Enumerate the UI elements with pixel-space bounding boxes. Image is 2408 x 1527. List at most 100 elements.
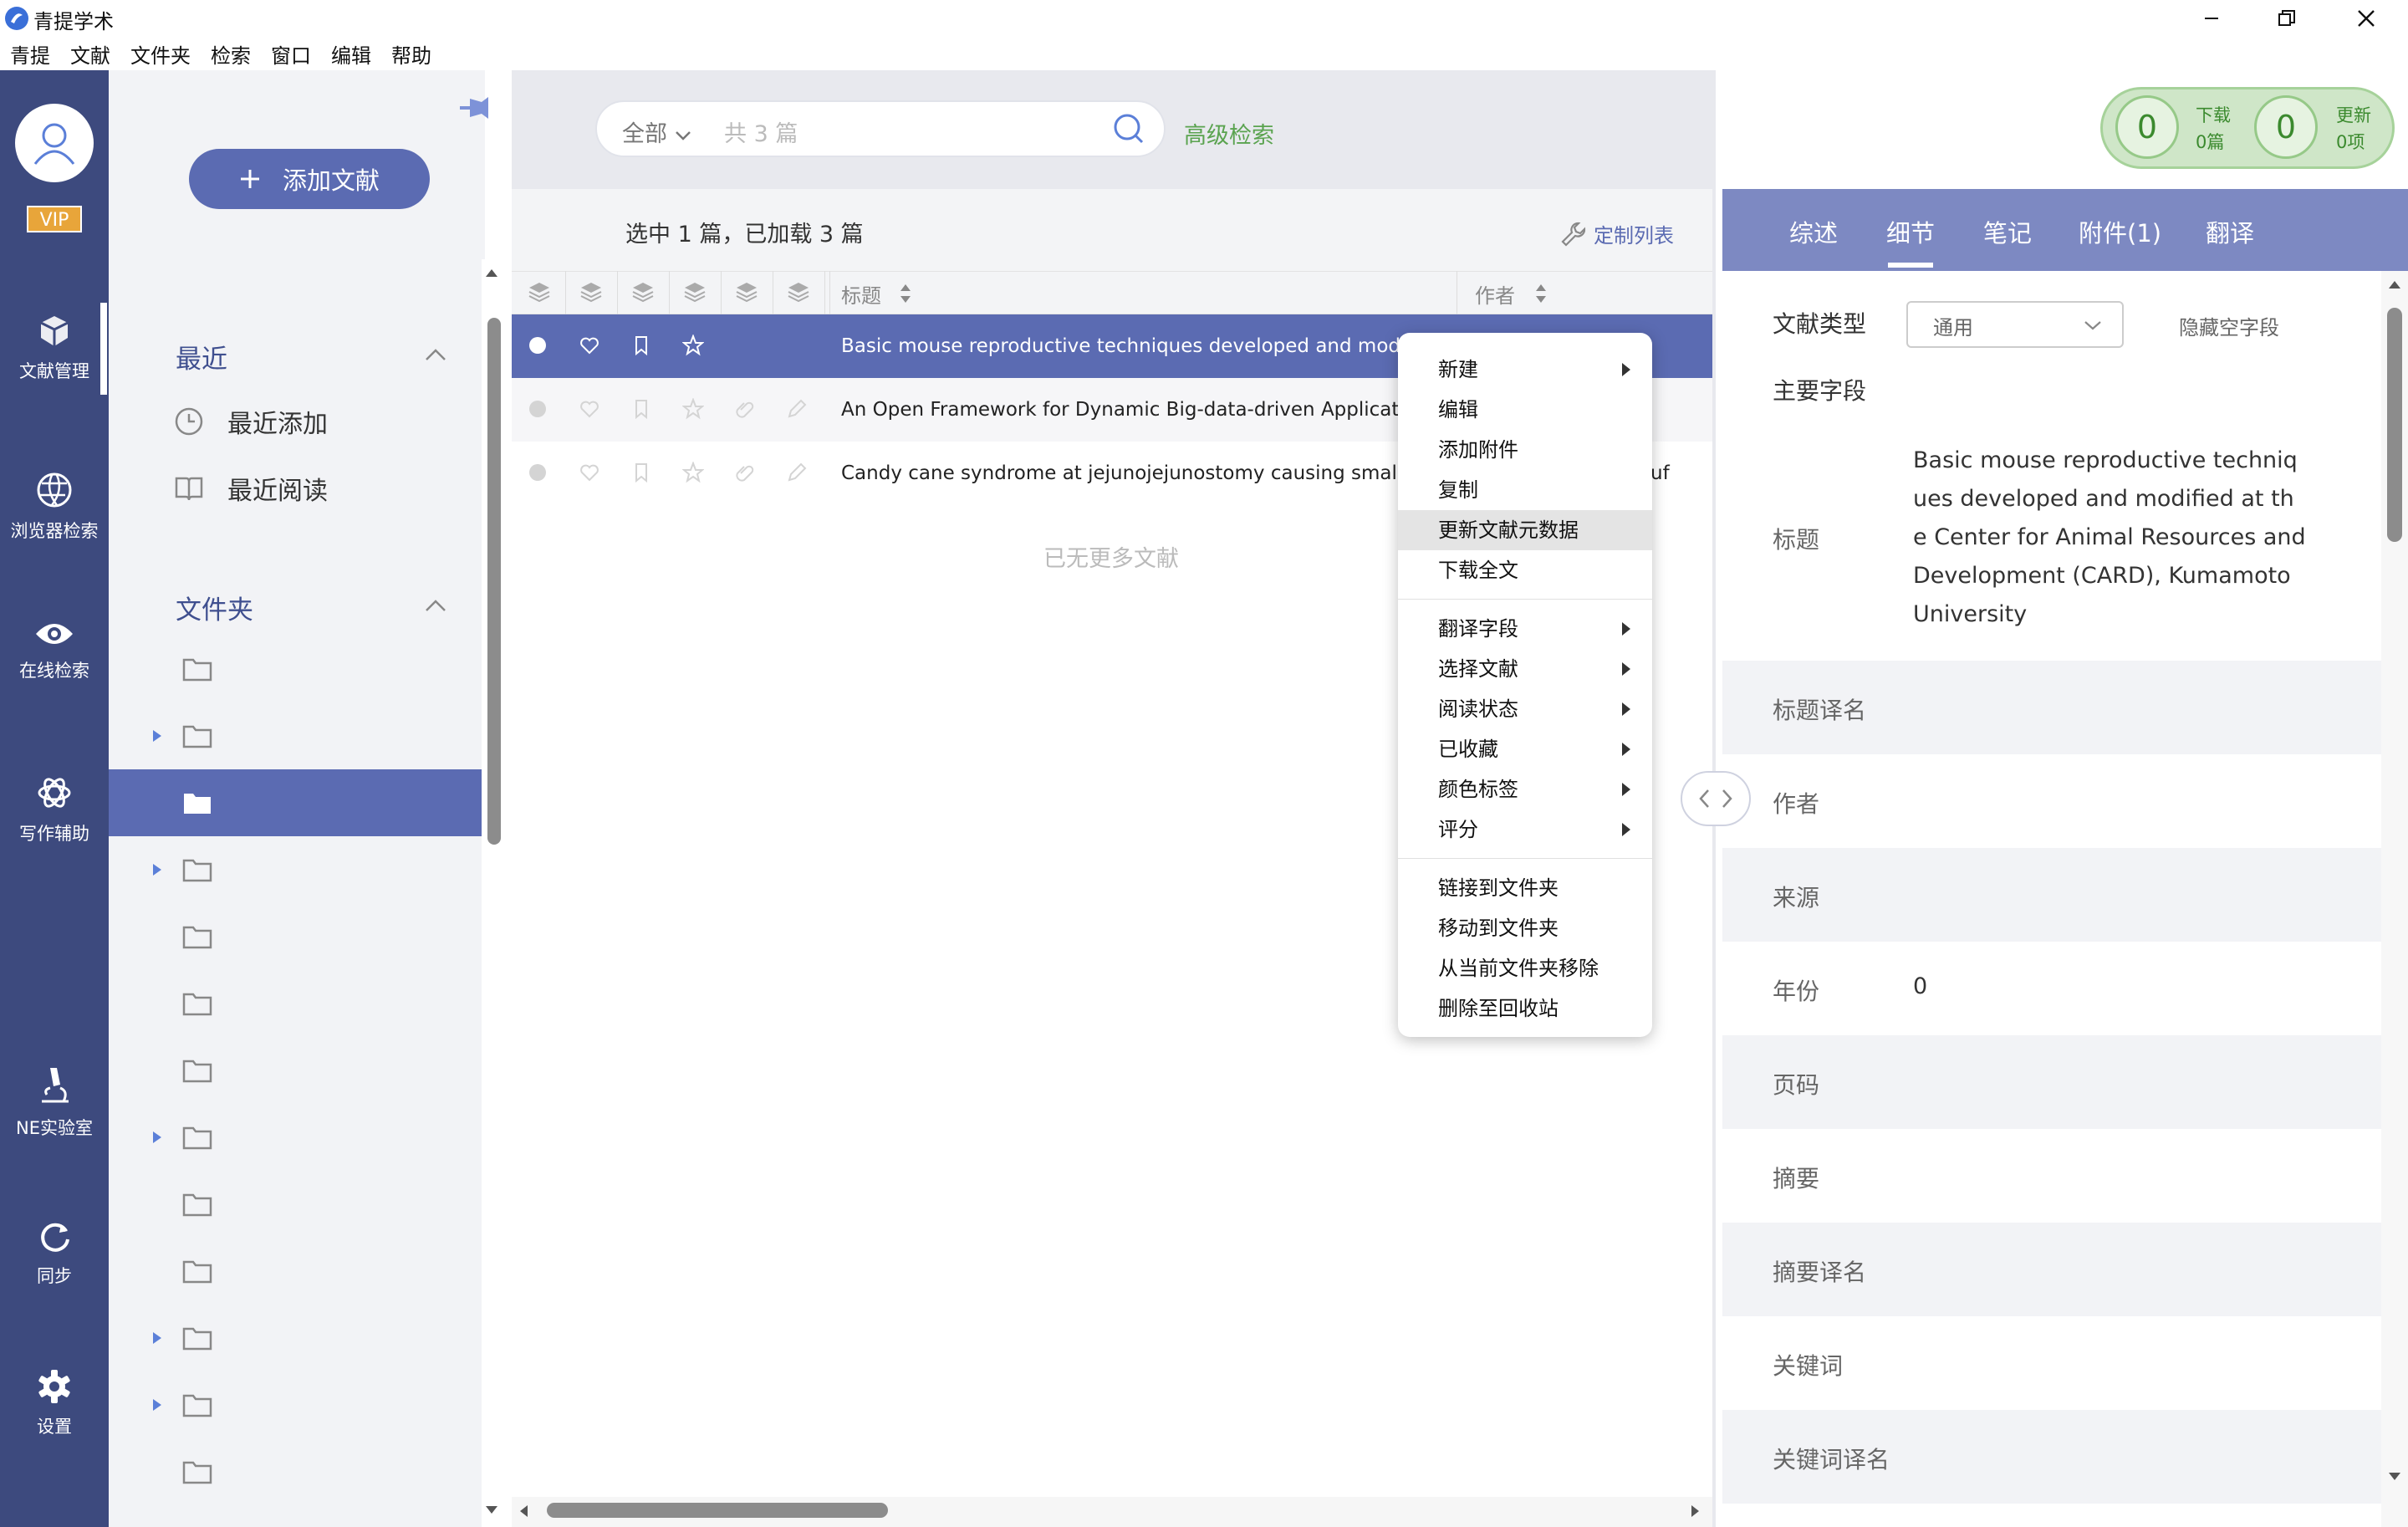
avatar[interactable] — [15, 104, 94, 182]
scroll-up-arrow-icon[interactable] — [2388, 279, 2401, 289]
context-menu-item[interactable]: 阅读状态 — [1398, 689, 1652, 729]
close-icon[interactable] — [2329, 0, 2404, 37]
menu-edit[interactable]: 编辑 — [331, 39, 371, 69]
tab-translate[interactable]: 翻译 — [2206, 214, 2254, 249]
context-menu-item[interactable]: 复制 — [1398, 470, 1652, 510]
pencil-icon[interactable] — [786, 398, 808, 420]
detail-scroll-thumb[interactable] — [2387, 308, 2402, 542]
hide-empty-fields-toggle[interactable]: 隐藏空字段 — [2179, 311, 2279, 340]
expand-arrow-icon[interactable] — [145, 729, 169, 743]
author-column-header[interactable]: 作者 — [1475, 279, 1515, 309]
star-icon[interactable] — [682, 335, 704, 356]
nav-settings[interactable]: 设置 — [0, 1353, 109, 1453]
column-separator[interactable] — [824, 271, 825, 314]
expand-arrow-icon[interactable] — [145, 1398, 169, 1412]
context-menu-item[interactable]: 移动到文件夹 — [1398, 908, 1652, 948]
menu-help[interactable]: 帮助 — [391, 39, 431, 69]
context-menu-item[interactable]: 翻译字段 — [1398, 609, 1652, 649]
context-menu-item[interactable]: 链接到文件夹 — [1398, 868, 1652, 908]
column-separator[interactable] — [617, 271, 618, 314]
search-icon[interactable] — [1112, 112, 1145, 146]
context-menu-item[interactable]: 已收藏 — [1398, 729, 1652, 769]
recent-added-item[interactable]: 最近添加 — [174, 403, 328, 440]
heart-icon[interactable] — [579, 462, 600, 483]
column-separator[interactable] — [721, 271, 722, 314]
recent-read-item[interactable]: 最近阅读 — [174, 470, 328, 507]
menu-search[interactable]: 检索 — [211, 39, 251, 69]
layers-icon[interactable] — [527, 279, 552, 304]
paperclip-icon[interactable] — [734, 398, 756, 420]
nav-writing-assistant[interactable]: 写作辅助 — [0, 759, 109, 860]
update-counter[interactable]: 0 — [2254, 95, 2318, 159]
chevron-up-icon[interactable] — [425, 599, 446, 612]
pin-icon[interactable] — [458, 94, 492, 122]
nav-literature-management[interactable]: 文献管理 — [0, 298, 109, 398]
customize-list-button[interactable]: 定制列表 — [1560, 219, 1674, 248]
folder-item[interactable] — [109, 1305, 482, 1371]
context-menu-item[interactable]: 下载全文 — [1398, 550, 1652, 590]
star-icon[interactable] — [682, 398, 704, 420]
context-menu-item[interactable]: 选择文献 — [1398, 649, 1652, 689]
folder-item[interactable] — [109, 1171, 482, 1238]
folder-item[interactable] — [109, 1371, 482, 1438]
folder-item[interactable] — [109, 636, 482, 702]
expand-arrow-icon[interactable] — [145, 1131, 169, 1144]
add-literature-button[interactable]: 添加文献 — [189, 149, 430, 209]
layers-icon[interactable] — [682, 279, 707, 304]
scroll-down-arrow-icon[interactable] — [2388, 1472, 2401, 1482]
tab-attachments[interactable]: 附件(1) — [2079, 214, 2161, 249]
folder-item[interactable] — [109, 1438, 482, 1505]
restore-icon[interactable] — [2249, 0, 2324, 37]
nav-online-search[interactable]: 在线检索 — [0, 600, 109, 701]
heart-icon[interactable] — [579, 335, 600, 356]
paperclip-icon[interactable] — [734, 462, 756, 483]
minimize-icon[interactable] — [2174, 0, 2249, 37]
context-menu-item[interactable]: 编辑 — [1398, 390, 1652, 430]
title-column-header[interactable]: 标题 — [841, 279, 881, 309]
panel-toggle-button[interactable] — [1681, 771, 1751, 826]
download-counter[interactable]: 0 — [2115, 95, 2179, 159]
folder-item[interactable] — [109, 1037, 482, 1104]
sort-icon[interactable] — [1535, 283, 1547, 304]
bookmark-icon[interactable] — [630, 462, 652, 483]
menu-folder[interactable]: 文件夹 — [130, 39, 191, 69]
menu-literature[interactable]: 文献 — [70, 39, 110, 69]
status-dot-icon[interactable] — [527, 462, 548, 483]
vip-badge[interactable]: VIP — [27, 206, 82, 232]
folder-item[interactable] — [109, 970, 482, 1037]
tab-notes[interactable]: 笔记 — [1983, 214, 2032, 249]
advanced-search-link[interactable]: 高级检索 — [1184, 117, 1274, 150]
status-dot-icon[interactable] — [527, 335, 548, 356]
layers-icon[interactable] — [579, 279, 604, 304]
pencil-icon[interactable] — [786, 462, 808, 483]
chevron-up-icon[interactable] — [425, 348, 446, 361]
status-dot-icon[interactable] — [527, 398, 548, 420]
layers-icon[interactable] — [734, 279, 759, 304]
scroll-right-arrow-icon[interactable] — [1691, 1504, 1701, 1518]
sort-icon[interactable] — [900, 283, 911, 304]
nav-sync[interactable]: 同步 — [0, 1203, 109, 1303]
horizontal-scroll-thumb[interactable] — [547, 1503, 888, 1518]
context-menu-item[interactable]: 从当前文件夹移除 — [1398, 948, 1652, 988]
field-value[interactable]: 0 — [1913, 973, 1927, 999]
expand-arrow-icon[interactable] — [145, 863, 169, 876]
folder-item[interactable] — [109, 903, 482, 970]
nav-browser-search[interactable]: 浏览器检索 — [0, 457, 109, 557]
context-menu-item[interactable]: 删除至回收站 — [1398, 988, 1652, 1029]
expand-arrow-icon[interactable] — [145, 1331, 169, 1345]
folder-item[interactable] — [109, 702, 482, 769]
folder-section-title[interactable]: 文件夹 — [176, 589, 253, 626]
layers-icon[interactable] — [630, 279, 656, 304]
folder-item[interactable] — [109, 769, 482, 836]
scroll-up-arrow-icon[interactable] — [485, 268, 498, 278]
layers-icon[interactable] — [786, 279, 811, 304]
bookmark-icon[interactable] — [630, 335, 652, 356]
search-scope-dropdown[interactable]: 全部 — [622, 115, 691, 148]
bookmark-icon[interactable] — [630, 398, 652, 420]
menu-qingti[interactable]: 青提 — [10, 39, 50, 69]
scroll-left-arrow-icon[interactable] — [518, 1504, 528, 1518]
scroll-down-arrow-icon[interactable] — [485, 1505, 498, 1515]
context-menu-item[interactable]: 评分 — [1398, 809, 1652, 850]
tab-overview[interactable]: 综述 — [1789, 214, 1838, 249]
nav-ne-lab[interactable]: NE实验室 — [0, 1052, 109, 1152]
